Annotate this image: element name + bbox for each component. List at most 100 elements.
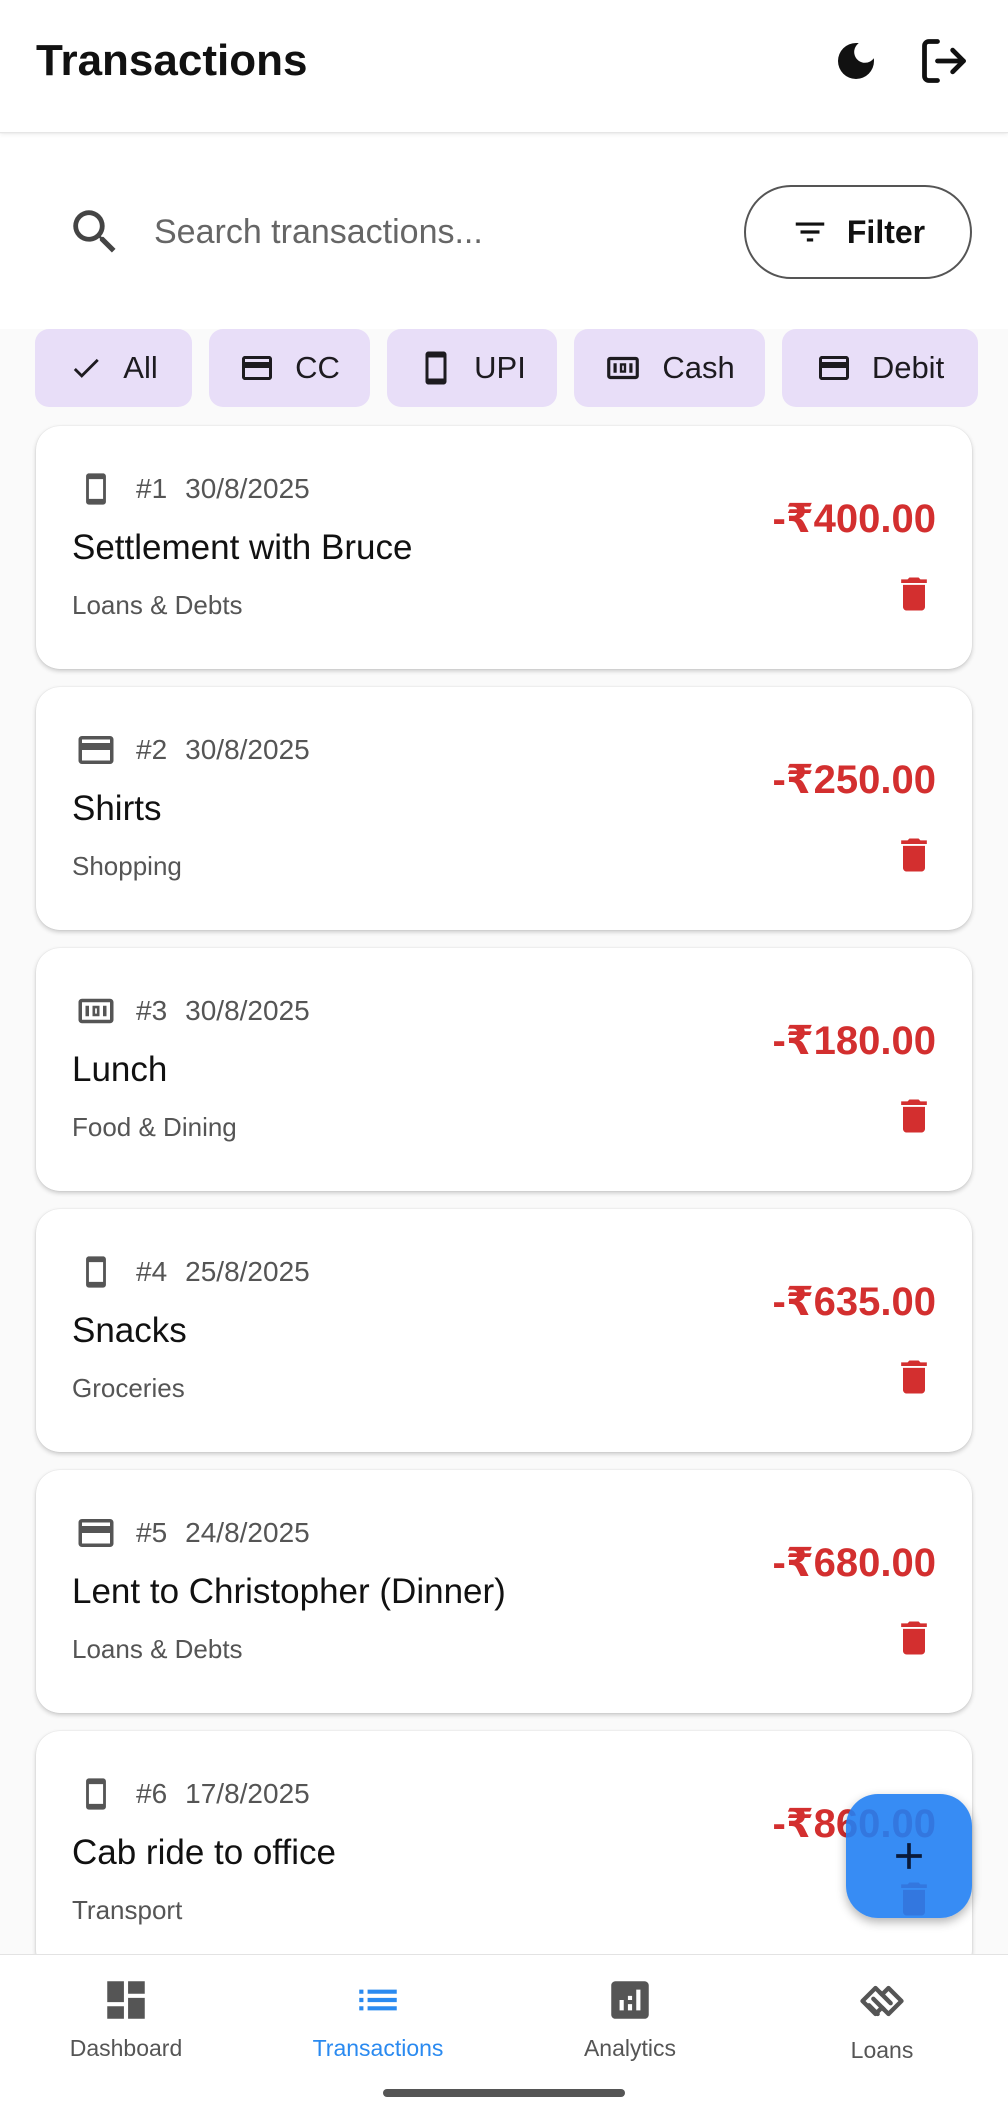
search-input[interactable] (154, 212, 714, 252)
transaction-date: 25/8/2025 (185, 1256, 310, 1287)
delete-button[interactable] (886, 566, 942, 622)
chip-label: CC (295, 350, 340, 385)
app-bar: Transactions (0, 0, 1008, 133)
nav-label: Transactions (312, 2035, 444, 2061)
transaction-title: Cab ride to office (72, 1833, 336, 1872)
transaction-amount: -₹180.00 (772, 1019, 937, 1063)
chip-cash[interactable]: Cash (574, 329, 765, 407)
transaction-amount: -₹400.00 (772, 497, 937, 541)
transaction-meta: #6 17/8/2025 (72, 1771, 310, 1817)
transaction-number: #5 (136, 1517, 168, 1548)
smartphone-icon (86, 1778, 106, 1810)
transaction-category: Food & Dining (72, 1112, 237, 1142)
chip-cc[interactable]: CC (209, 329, 370, 407)
cash-icon (78, 998, 114, 1024)
filter-button[interactable]: Filter (744, 185, 972, 279)
cash-icon (607, 356, 640, 380)
transaction-number: #4 (136, 1256, 168, 1287)
credit-card-icon (78, 1519, 114, 1547)
transaction-title: Settlement with Bruce (72, 528, 413, 567)
delete-button[interactable] (886, 1610, 942, 1666)
moon-icon (838, 43, 874, 79)
transaction-number: #2 (136, 734, 168, 765)
transaction-card[interactable]: #3 30/8/2025 Lunch Food & Dining -₹180.0… (36, 948, 972, 1191)
chip-upi[interactable]: UPI (387, 329, 557, 407)
transaction-date: 24/8/2025 (185, 1517, 310, 1548)
check-icon (74, 358, 100, 378)
nav-item-loans[interactable]: Loans (756, 1955, 1008, 2095)
plus-icon (896, 1843, 922, 1869)
analytics-icon (611, 1981, 649, 2019)
transaction-number: #6 (136, 1778, 168, 1809)
theme-toggle-button[interactable] (820, 25, 892, 97)
nav-item-dashboard[interactable]: Dashboard (0, 1955, 252, 2095)
transaction-amount: -₹250.00 (772, 758, 937, 802)
handshake-icon (860, 1985, 904, 2017)
credit-card-icon (242, 356, 273, 380)
page-title: Transactions (36, 36, 308, 85)
trash-icon (901, 577, 927, 611)
nav-label: Dashboard (69, 2035, 183, 2061)
trash-icon (901, 1621, 927, 1655)
transaction-card[interactable]: #2 30/8/2025 Shirts Shopping -₹250.00 (36, 687, 972, 930)
delete-button[interactable] (886, 1088, 942, 1144)
nav-item-analytics[interactable]: Analytics (504, 1955, 756, 2095)
smartphone-icon (86, 473, 106, 505)
transaction-meta: #1 30/8/2025 (72, 466, 310, 512)
nav-item-transactions[interactable]: Transactions (252, 1955, 504, 2095)
search-field[interactable] (36, 184, 716, 280)
transaction-title: Shirts (72, 789, 162, 828)
transaction-amount: -₹680.00 (772, 1541, 937, 1585)
transaction-number: #1 (136, 473, 168, 504)
chip-debit[interactable]: Debit (782, 329, 978, 407)
transaction-amount: -₹635.00 (772, 1280, 937, 1324)
logout-icon (922, 39, 966, 83)
logout-button[interactable] (908, 25, 980, 97)
transaction-card[interactable]: #6 17/8/2025 Cab ride to office Transpor… (36, 1731, 972, 1974)
transaction-category: Loans & Debts (72, 1634, 243, 1664)
list-icon (359, 1989, 397, 2011)
transaction-date: 30/8/2025 (185, 734, 310, 765)
delete-button[interactable] (886, 1349, 942, 1405)
search-icon (73, 210, 116, 253)
transactions-screen: Transactions Filter All CC UPI (0, 0, 1008, 2120)
smartphone-icon (425, 351, 447, 385)
transaction-date: 30/8/2025 (185, 995, 310, 1026)
trash-icon (901, 1360, 927, 1394)
transaction-category: Transport (72, 1895, 183, 1925)
nav-label: Analytics (583, 2035, 677, 2061)
chip-label: UPI (474, 350, 526, 385)
transaction-category: Groceries (72, 1373, 185, 1403)
add-transaction-button[interactable] (846, 1794, 972, 1918)
delete-button[interactable] (886, 827, 942, 883)
smartphone-icon (86, 1256, 106, 1288)
transaction-number: #3 (136, 995, 168, 1026)
credit-card-icon (818, 356, 849, 380)
transaction-category: Shopping (72, 851, 182, 881)
nav-label: Loans (850, 2037, 914, 2063)
transaction-card[interactable]: #5 24/8/2025 Lent to Christopher (Dinner… (36, 1470, 972, 1713)
transaction-meta: #5 24/8/2025 (72, 1510, 310, 1556)
filter-label: Filter (846, 213, 926, 250)
transaction-date: 17/8/2025 (185, 1778, 310, 1809)
chip-all[interactable]: All (35, 329, 192, 407)
chip-label: Cash (662, 350, 735, 385)
dashboard-icon (107, 1981, 145, 2019)
transaction-card[interactable]: #4 25/8/2025 Snacks Groceries -₹635.00 (36, 1209, 972, 1452)
chip-label: All (123, 350, 158, 385)
trash-icon (901, 1099, 927, 1133)
transaction-meta: #2 30/8/2025 (72, 727, 310, 773)
filter-icon (795, 222, 825, 242)
transaction-title: Lunch (72, 1050, 168, 1089)
transaction-meta: #3 30/8/2025 (72, 988, 310, 1034)
transaction-date: 30/8/2025 (185, 473, 310, 504)
transaction-title: Lent to Christopher (Dinner) (72, 1572, 506, 1611)
chip-label: Debit (871, 350, 945, 385)
trash-icon (901, 838, 927, 872)
transaction-card[interactable]: #1 30/8/2025 Settlement with Bruce Loans… (36, 426, 972, 669)
transaction-category: Loans & Debts (72, 590, 243, 620)
home-indicator[interactable] (383, 2089, 625, 2097)
search-bar: Filter (0, 134, 1008, 329)
payment-filter-chips: All CC UPI Cash Debit (0, 329, 1008, 409)
transaction-list: #1 30/8/2025 Settlement with Bruce Loans… (36, 426, 972, 1992)
